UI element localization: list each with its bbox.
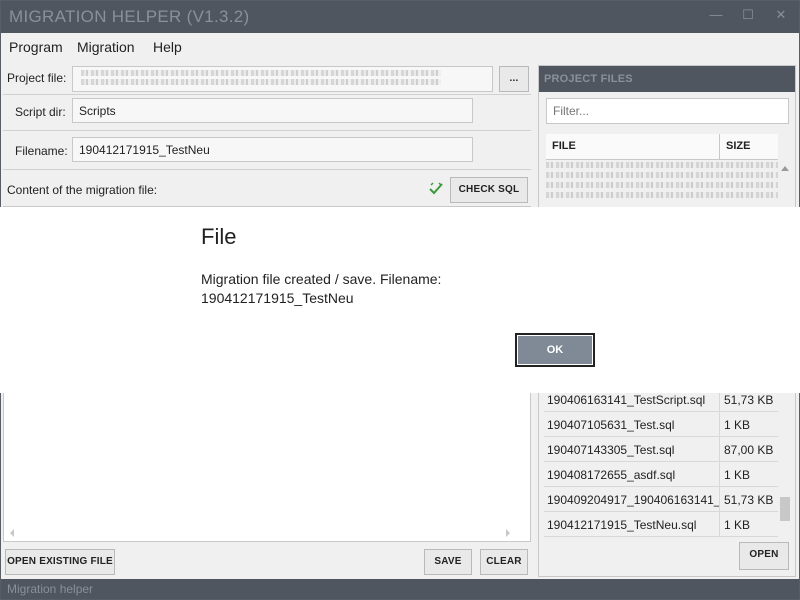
divider (719, 412, 720, 436)
file-size: 87,00 KB (724, 443, 774, 457)
divider (719, 487, 720, 511)
save-button[interactable]: SAVE (424, 549, 472, 575)
dialog-message-line: Migration file created / save. Filename: (201, 271, 442, 287)
dialog-message: Migration file created / save. Filename:… (201, 270, 521, 308)
dialog-message-line: 190412171915_TestNeu (201, 290, 354, 306)
redacted-row (546, 182, 778, 188)
divider (3, 94, 531, 95)
divider (719, 512, 720, 536)
browse-button[interactable]: ... (499, 66, 529, 92)
dialog-title: File (201, 224, 237, 249)
scroll-left-icon[interactable] (8, 529, 16, 537)
file-row[interactable]: 190412171915_TestNeu.sql 1 KB (544, 512, 778, 537)
project-files-header: PROJECT FILES (539, 66, 795, 92)
status-bar: Migration helper (1, 579, 799, 599)
divider (719, 437, 720, 461)
menu-help[interactable]: Help (153, 39, 182, 55)
redacted-row (546, 162, 778, 168)
menu-program[interactable]: Program (9, 39, 63, 55)
filename-input[interactable]: 190412171915_TestNeu (72, 137, 473, 162)
maximize-icon[interactable]: ☐ (736, 7, 760, 27)
file-size: 1 KB (724, 418, 751, 432)
redacted-path (81, 79, 441, 85)
redacted-path (81, 70, 441, 76)
check-sql-icon (429, 182, 443, 195)
divider (3, 130, 531, 131)
scroll-right-icon[interactable] (504, 529, 512, 537)
redacted-row (546, 172, 778, 178)
file-row[interactable]: 190407143305_Test.sql 87,00 KB (544, 437, 778, 462)
project-file-label: Project file: (7, 71, 67, 85)
project-file-field[interactable] (72, 66, 493, 92)
script-dir-input[interactable]: Scripts (72, 98, 473, 123)
file-size: 1 KB (724, 468, 751, 482)
content-label: Content of the migration file: (7, 183, 158, 197)
file-row[interactable]: 190407105631_Test.sql 1 KB (544, 412, 778, 437)
file-row[interactable]: 190408172655_asdf.sql 1 KB (544, 462, 778, 487)
menu-migration[interactable]: Migration (77, 39, 135, 55)
file-name: 190412171915_TestNeu.sql (547, 518, 697, 532)
file-size: 51,73 KB (724, 393, 774, 407)
column-header-size[interactable]: SIZE (720, 134, 778, 160)
file-name: 190407105631_Test.sql (547, 418, 675, 432)
redacted-row (546, 192, 778, 198)
close-icon[interactable]: ✕ (769, 7, 793, 27)
column-header-file[interactable]: FILE (546, 134, 720, 160)
check-sql-button[interactable]: CHECK SQL (450, 177, 528, 203)
divider (3, 169, 531, 170)
file-size: 51,73 KB (724, 493, 774, 507)
file-name: 190407143305_Test.sql (547, 443, 675, 457)
minimize-icon[interactable]: — (704, 7, 728, 27)
file-name: 190408172655_asdf.sql (547, 468, 676, 482)
file-size: 1 KB (724, 518, 751, 532)
file-name: 190409204917_190406163141_T (547, 493, 719, 507)
clear-button[interactable]: CLEAR (480, 549, 528, 575)
file-name: 190406163141_TestScript.sql (547, 393, 706, 407)
window-title: MIGRATION HELPER (V1.3.2) (9, 7, 250, 26)
filter-input[interactable] (546, 98, 789, 124)
script-dir-label: Script dir: (15, 105, 66, 119)
title-bar: MIGRATION HELPER (V1.3.2) — ☐ ✕ (1, 1, 799, 33)
filename-label: Filename: (15, 144, 68, 158)
divider (719, 462, 720, 486)
menu-bar: Program Migration Help (1, 33, 799, 61)
open-file-button[interactable]: OPEN (739, 542, 789, 570)
file-row[interactable]: 190409204917_190406163141_T 51,73 KB (544, 487, 778, 512)
ok-button[interactable]: OK (515, 333, 595, 367)
open-existing-file-button[interactable]: OPEN EXISTING FILE (5, 549, 115, 575)
